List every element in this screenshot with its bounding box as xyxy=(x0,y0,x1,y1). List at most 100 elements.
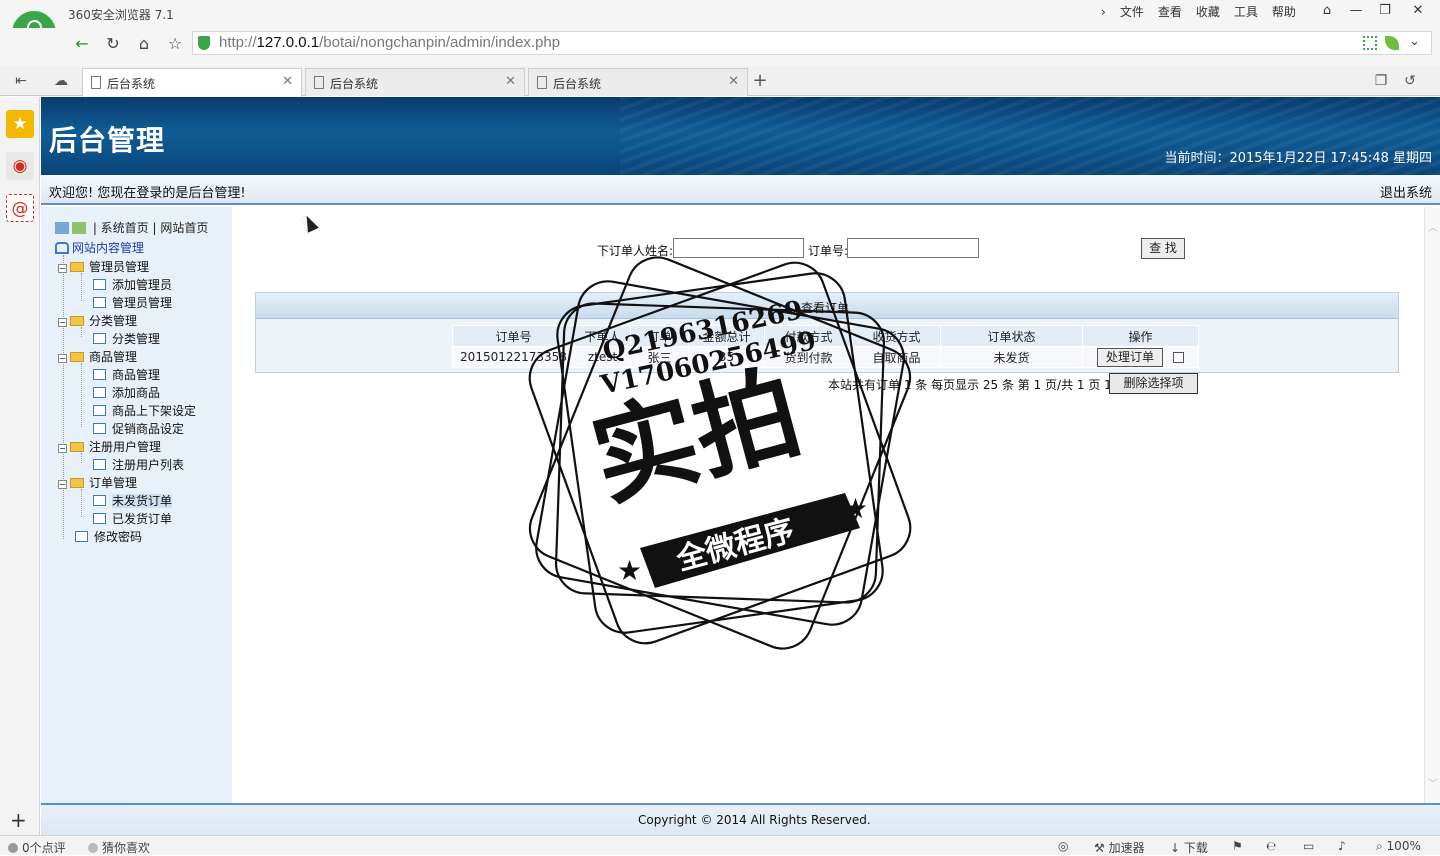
menu-favorites[interactable]: 收藏 xyxy=(1189,4,1227,20)
tree-promo[interactable]: 促销商品设定 xyxy=(93,420,184,437)
weibo-icon[interactable]: ◉ xyxy=(6,152,34,180)
cell-delivery: 自取商品 xyxy=(852,346,941,368)
page-icon xyxy=(93,387,106,398)
page-icon xyxy=(93,369,106,380)
orders-table: 订单号 下单人 订单 金额总计 付款方式 收货方式 订单状态 操作 201501… xyxy=(452,325,1199,368)
cell-recipient: 张三 xyxy=(630,346,689,368)
app-header: 后台管理 当前时间：2015年1月22日 17:45:48 星期四 xyxy=(41,97,1440,175)
favorites-star-icon[interactable]: ★ xyxy=(6,110,34,138)
app-footer: Copyright © 2014 All Rights Reserved. xyxy=(41,803,1440,835)
tree-unshipped[interactable]: 未发货订单 xyxy=(93,492,173,509)
window-icon[interactable]: ▭ xyxy=(1303,839,1314,853)
col-payment: 付款方式 xyxy=(764,325,853,347)
star-icon[interactable]: ☆ xyxy=(162,33,188,55)
browser-title: 360安全浏览器 7.1 xyxy=(68,8,174,22)
order-no-label: 订单号: xyxy=(808,244,849,258)
tree-add-goods[interactable]: 添加商品 xyxy=(93,384,160,401)
col-status: 订单状态 xyxy=(940,325,1083,347)
tree-goods[interactable]: − 商品管理 xyxy=(58,348,137,365)
ie-icon[interactable]: ℮ xyxy=(1266,839,1276,853)
cell-status: 未发货 xyxy=(940,346,1083,368)
tree-manage-admin[interactable]: 管理员管理 xyxy=(93,294,172,311)
tree-orders[interactable]: − 订单管理 xyxy=(58,474,137,491)
page-icon xyxy=(93,333,106,344)
folder-icon xyxy=(70,262,84,272)
home-links[interactable]: | 系统首页 | 网站首页 xyxy=(93,221,209,235)
qr-code-icon[interactable] xyxy=(1363,36,1377,50)
welcome-text: 欢迎您! 您现在登录的是后台管理! xyxy=(49,186,246,201)
cloud-icon[interactable]: ☁ xyxy=(52,72,70,90)
logout-link[interactable]: 退出系统 xyxy=(1380,182,1432,201)
tree-category[interactable]: − 分类管理 xyxy=(58,312,137,329)
search-button[interactable]: 查 找 xyxy=(1141,238,1185,259)
col-order-no: 订单号 xyxy=(452,325,575,347)
page-icon xyxy=(93,495,106,506)
home-icon[interactable]: ⌂ xyxy=(131,33,157,55)
status-bar: 0个点评 猜你喜欢 ◎ ⚒ 加速器 ↓ 下载 ⚑ ℮ ▭ ♪ ⌕ 100% xyxy=(0,835,1440,855)
restore-icon[interactable]: ❐ xyxy=(1372,0,1398,22)
cell-total: 35 xyxy=(688,346,765,368)
process-order-button[interactable]: 处理订单 xyxy=(1096,347,1163,367)
menu-arrow-icon[interactable]: › xyxy=(1094,4,1113,20)
pagination-text: 本站共有订单 1 条 每页显示 25 条 第 1 页/共 1 页 1 xyxy=(828,378,1112,392)
tree-password[interactable]: 修改密码 xyxy=(75,528,142,545)
zoom-status[interactable]: ⌕ 100% xyxy=(1376,839,1421,854)
app-title: 后台管理 xyxy=(49,124,166,157)
close-tab-icon[interactable]: ✕ xyxy=(282,74,293,89)
reviews-status[interactable]: 0个点评 xyxy=(8,839,66,856)
tree-admin[interactable]: − 管理员管理 xyxy=(58,258,149,275)
buyer-name-input[interactable] xyxy=(673,238,804,258)
minimize-icon[interactable]: — xyxy=(1343,0,1369,22)
guess-status[interactable]: 猜你喜欢 xyxy=(88,839,150,856)
tree-shipped[interactable]: 已发货订单 xyxy=(93,510,172,527)
tree-goods-shelf[interactable]: 商品上下架设定 xyxy=(93,402,196,419)
tree-root[interactable]: 网站内容管理 xyxy=(55,239,144,256)
flag-icon[interactable]: ⚑ xyxy=(1232,839,1243,853)
close-window-icon[interactable]: ✕ xyxy=(1405,0,1431,22)
delete-selected-button[interactable]: 删除选择项 xyxy=(1109,373,1198,394)
url-field[interactable]: http://127.0.0.1/botai/nongchanpin/admin… xyxy=(192,31,1432,55)
add-dock-icon[interactable]: + xyxy=(10,808,27,832)
menu-file[interactable]: 文件 xyxy=(1113,4,1151,20)
leaf-icon[interactable] xyxy=(1385,36,1399,50)
house-icon xyxy=(55,242,69,254)
tab-3[interactable]: 后台系统 ✕ xyxy=(528,68,748,96)
tree-user-list[interactable]: 注册用户列表 xyxy=(93,456,184,473)
accelerator-status[interactable]: ⚒ 加速器 xyxy=(1094,839,1145,856)
col-buyer: 下单人 xyxy=(574,325,631,347)
back-icon[interactable]: ← xyxy=(69,33,95,55)
tab-list-icon[interactable]: ❐ xyxy=(1372,72,1390,90)
copyright: Copyright © 2014 All Rights Reserved. xyxy=(638,813,871,827)
tree-manage-category[interactable]: 分类管理 xyxy=(93,330,160,347)
skin-icon[interactable]: ⌂ xyxy=(1314,0,1340,22)
mail-icon[interactable]: @ xyxy=(6,194,34,222)
order-no-input[interactable] xyxy=(847,238,979,258)
cell-order-no: 20150122173358 xyxy=(452,346,575,368)
security-shield-icon xyxy=(198,36,210,50)
undo-close-icon[interactable]: ↺ xyxy=(1401,72,1419,90)
speed-icon[interactable]: ◎ xyxy=(1058,839,1068,853)
chevron-down-icon[interactable]: ⌄ xyxy=(1409,34,1420,49)
refresh-icon[interactable]: ↻ xyxy=(100,33,126,55)
new-tab-icon[interactable]: + xyxy=(750,70,770,92)
menu-help[interactable]: 帮助 xyxy=(1265,4,1303,20)
scrollbar[interactable]: ︿ ﹀ xyxy=(1424,207,1440,803)
close-tab-icon[interactable]: ✕ xyxy=(505,74,516,89)
menu-tools[interactable]: 工具 xyxy=(1227,4,1265,20)
sidebar-toggle-icon[interactable]: ⇤ xyxy=(12,72,30,90)
tab-2[interactable]: 后台系统 ✕ xyxy=(305,68,525,96)
tree-users[interactable]: − 注册用户管理 xyxy=(58,438,161,455)
volume-icon[interactable]: ♪ xyxy=(1338,839,1346,853)
row-checkbox[interactable] xyxy=(1173,351,1184,363)
orders-caption: 查看订单 xyxy=(256,293,1398,319)
cell-payment: 货到付款 xyxy=(764,346,853,368)
col-action: 操作 xyxy=(1082,325,1199,347)
close-tab-icon[interactable]: ✕ xyxy=(728,74,739,89)
folder-icon xyxy=(70,478,84,488)
download-status[interactable]: ↓ 下载 xyxy=(1170,839,1208,856)
tree-manage-goods[interactable]: 商品管理 xyxy=(93,366,160,383)
cell-action: 处理订单 xyxy=(1082,346,1199,368)
menu-view[interactable]: 查看 xyxy=(1151,4,1189,20)
tree-add-admin[interactable]: 添加管理员 xyxy=(93,276,172,293)
tab-1[interactable]: 后台系统 ✕ xyxy=(82,68,302,97)
